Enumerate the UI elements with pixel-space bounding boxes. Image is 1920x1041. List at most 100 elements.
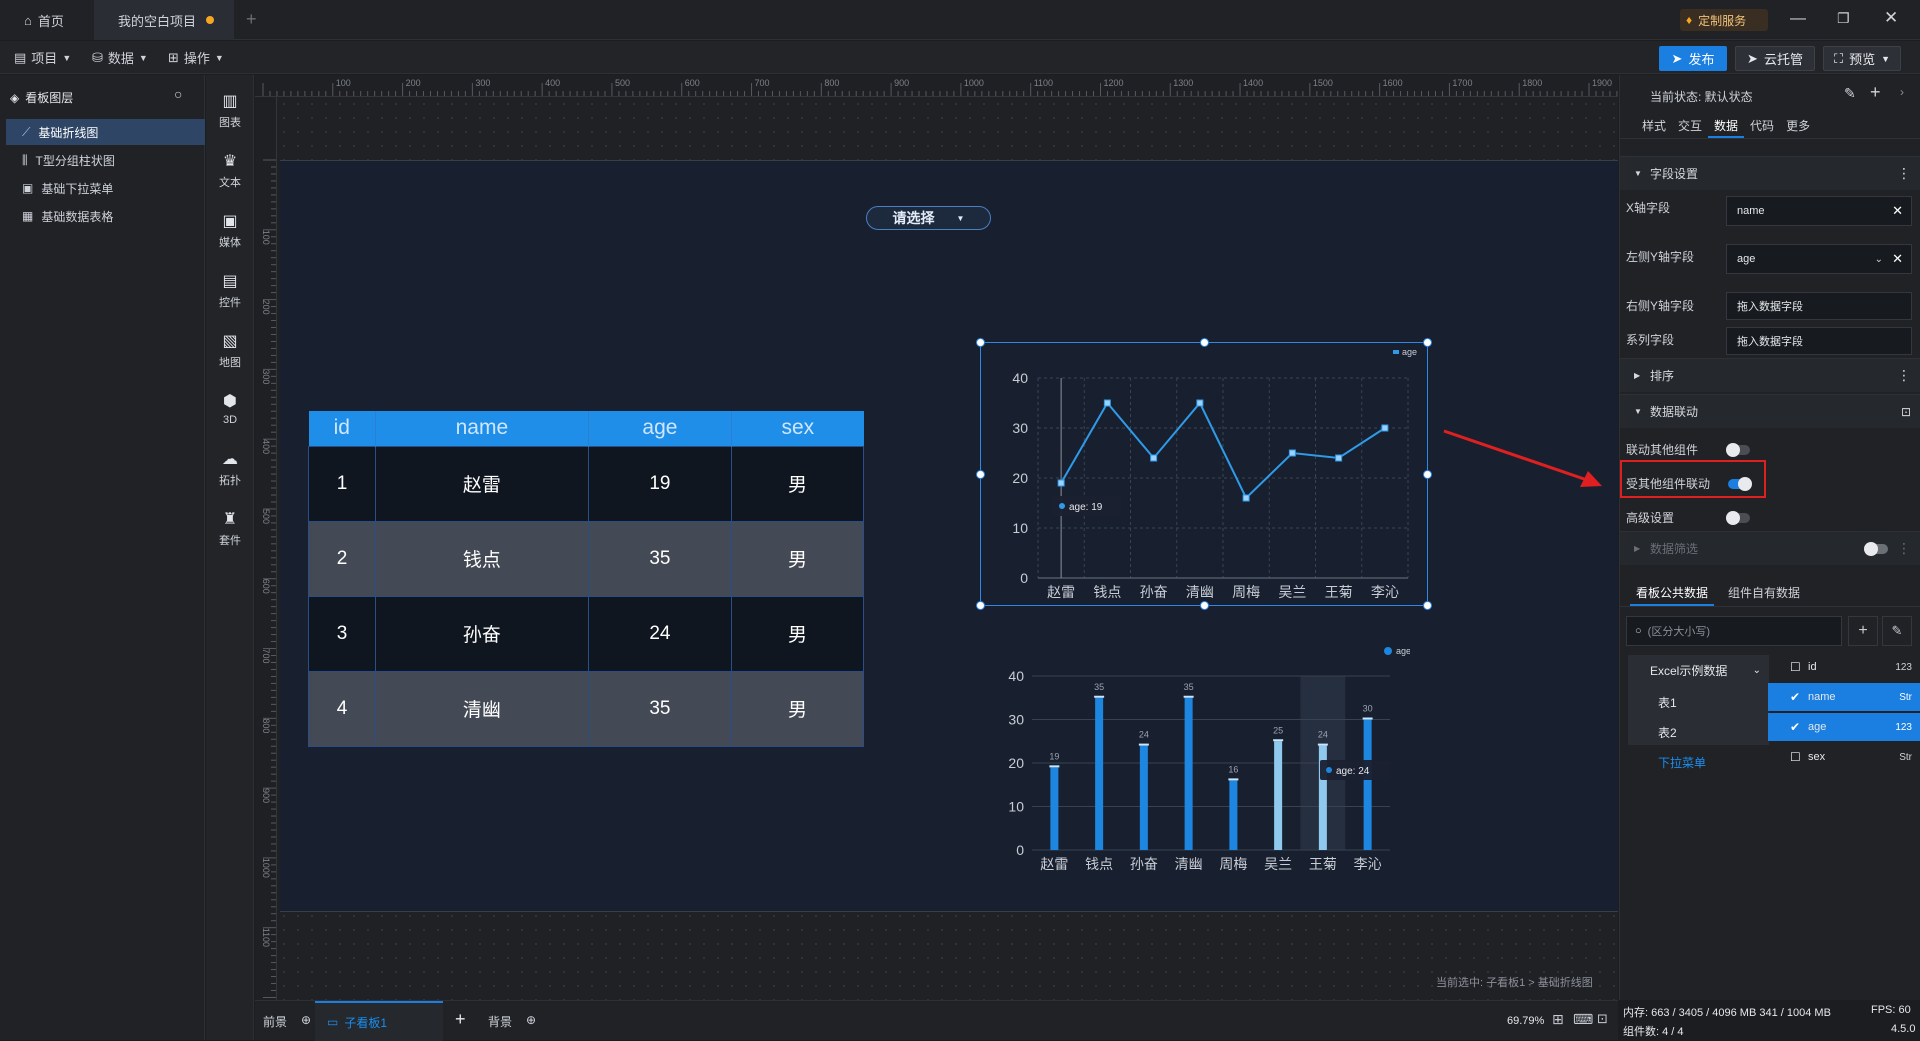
menu-data[interactable]: ⛁ 数据 ▼: [92, 41, 148, 74]
keyboard-icon[interactable]: ⌨: [1573, 1011, 1593, 1028]
iconbar-media[interactable]: ▣ 媒体: [206, 203, 254, 257]
field-settings-section[interactable]: ▼ 字段设置 ⋮: [1620, 156, 1920, 190]
right-y-field-input[interactable]: 拖入数据字段: [1726, 292, 1912, 320]
preview-button[interactable]: ⛶ 预览 ▼: [1823, 46, 1901, 71]
x-field-input[interactable]: name ✕: [1726, 196, 1912, 226]
data-filter-toggle[interactable]: [1864, 542, 1888, 556]
layer-table[interactable]: ▦ 基础数据表格: [6, 203, 205, 229]
add-board-button[interactable]: +: [455, 1009, 466, 1030]
search-icon[interactable]: ○: [174, 86, 182, 102]
check-icon[interactable]: ✔: [1790, 720, 1800, 734]
table-row[interactable]: 2 钱点 35 男: [308, 520, 864, 597]
more-icon[interactable]: ⋮: [1897, 367, 1911, 384]
source-item-excel[interactable]: Excel示例数据 ⌄: [1628, 655, 1769, 685]
menu-project[interactable]: ▤ 项目 ▼: [14, 41, 71, 74]
terminal-icon[interactable]: ⊡: [1597, 1011, 1608, 1027]
advanced-settings-toggle[interactable]: [1726, 511, 1750, 525]
line-chart[interactable]: 0 10 20 30 40 赵雷 钱点 孙奋 清幽 周梅 吴兰 王菊 李沁 age age: 19: [980, 342, 1428, 606]
iconbar-topology[interactable]: ☁ 拓扑: [206, 441, 254, 495]
field-item-name[interactable]: ✔ name Str: [1768, 683, 1920, 711]
iconbar-map[interactable]: ▧ 地图: [206, 323, 254, 377]
layer-line-chart[interactable]: ⟋ 基础折线图: [6, 119, 205, 145]
clear-icon[interactable]: ✕: [1892, 251, 1903, 267]
minimize-icon[interactable]: —: [1790, 10, 1806, 28]
lock-icon[interactable]: ⊡: [1901, 405, 1911, 419]
source-item-sheet1[interactable]: 表1: [1628, 685, 1769, 715]
menu-operation[interactable]: ⊞ 操作 ▼: [168, 41, 224, 74]
checkbox-icon[interactable]: ☐: [1790, 660, 1801, 674]
iconbar-widget[interactable]: ▤ 控件: [206, 263, 254, 317]
data-point: [1057, 479, 1065, 487]
field-item-sex[interactable]: ☐ sex Str: [1768, 743, 1920, 771]
table-row[interactable]: 4 清幽 35 男: [308, 670, 864, 747]
iconbar-kit[interactable]: ♜ 套件: [206, 501, 254, 555]
edit-data-button[interactable]: ✎: [1882, 616, 1912, 646]
tab-more[interactable]: 更多: [1780, 107, 1816, 138]
add-data-button[interactable]: +: [1848, 616, 1878, 646]
ruler-label: 1100: [261, 928, 271, 947]
clear-icon[interactable]: ✕: [1892, 203, 1903, 219]
chevron-right-icon[interactable]: ›: [1900, 85, 1904, 99]
tab-interaction[interactable]: 交互: [1672, 107, 1708, 138]
table-cell: 清幽: [375, 670, 589, 747]
fit-screen-icon[interactable]: ⊞: [1552, 1011, 1564, 1028]
more-icon[interactable]: ⋮: [1897, 165, 1911, 182]
tab-code[interactable]: 代码: [1744, 107, 1780, 138]
add-state-icon[interactable]: +: [1870, 82, 1881, 103]
series-field-label: 系列字段: [1626, 333, 1675, 347]
select-dropdown[interactable]: 请选择 ▼: [866, 206, 991, 230]
tab-component-own-data[interactable]: 组件自有数据: [1722, 575, 1806, 606]
sort-section[interactable]: ▶ 排序 ⋮: [1620, 358, 1920, 392]
monitor-icon: ▭: [327, 1015, 339, 1029]
checkbox-icon[interactable]: ☐: [1790, 750, 1801, 764]
tab-data[interactable]: 数据: [1708, 107, 1745, 138]
tab-foreground[interactable]: 前景 ⊕: [263, 1013, 311, 1030]
send-icon: ➤: [1747, 50, 1758, 66]
check-icon[interactable]: ✔: [1790, 690, 1800, 704]
iconbar-3d[interactable]: ⬢ 3D: [206, 381, 254, 435]
bar-chart[interactable]: 0 10 20 30 40 赵雷 钱点 孙奋 清幽 周梅 吴兰 王菊 李沁 19 35 24 35 16 25 24 3…: [990, 640, 1410, 880]
series-field-input[interactable]: 拖入数据字段: [1726, 327, 1912, 355]
data-link-section[interactable]: ▼ 数据联动 ⊡: [1620, 394, 1920, 428]
ruler-vertical-ticks: 100 200 300 400 500 600 700 800 900 1000 1100: [261, 159, 276, 998]
tab-board-public-data[interactable]: 看板公共数据: [1630, 575, 1715, 606]
edit-state-icon[interactable]: ✎: [1844, 85, 1856, 102]
restore-icon[interactable]: ❐: [1837, 10, 1850, 27]
add-icon[interactable]: ⊕: [526, 1013, 536, 1030]
tab-background[interactable]: 背景 ⊕: [488, 1013, 536, 1030]
tab-style[interactable]: 样式: [1636, 107, 1672, 138]
tab-home[interactable]: ⌂ 首页: [0, 0, 94, 40]
version-label: 4.5.0: [1891, 1023, 1916, 1035]
iconbar-text[interactable]: ♛ 文本: [206, 143, 254, 197]
field-item-id[interactable]: ☐ id 123: [1768, 653, 1920, 681]
chevron-down-icon: ▼: [138, 52, 148, 63]
table-row[interactable]: 3 孙奋 24 男: [308, 595, 864, 672]
tab-project[interactable]: 我的空白项目: [94, 0, 234, 40]
field-item-age[interactable]: ✔ age 123: [1768, 713, 1920, 741]
source-item-dropdown[interactable]: 下拉菜单: [1628, 745, 1769, 775]
link-other-toggle[interactable]: [1726, 443, 1750, 457]
data-filter-section[interactable]: ▶ 数据筛选 ⋮: [1620, 531, 1920, 565]
iconbar-chart[interactable]: ▥ 图表: [206, 83, 254, 137]
left-y-field-input[interactable]: age ⌄ ✕: [1726, 244, 1912, 274]
close-icon[interactable]: ✕: [1884, 8, 1898, 28]
source-item-sheet2[interactable]: 表2: [1628, 715, 1769, 745]
caret-down-icon: ▼: [1634, 407, 1642, 416]
layer-dropdown[interactable]: ▣ 基础下拉菜单: [6, 175, 205, 201]
table-row[interactable]: 1 赵雷 19 男: [308, 445, 864, 522]
layer-bar-chart[interactable]: ⫼ T型分组柱状图: [6, 147, 205, 173]
data-search[interactable]: ○ (区分大小写): [1626, 616, 1842, 646]
more-icon[interactable]: ⋮: [1897, 540, 1911, 557]
add-tab-button[interactable]: +: [246, 9, 257, 30]
linked-by-other-toggle[interactable]: [1728, 477, 1752, 491]
add-icon[interactable]: ⊕: [301, 1013, 311, 1030]
ruler-label: 800: [824, 78, 839, 88]
publish-button[interactable]: ➤ 发布: [1659, 46, 1727, 71]
cloud-button[interactable]: ➤ 云托管: [1735, 46, 1815, 71]
tab-sub-board[interactable]: ▭ 子看板1: [315, 1001, 443, 1041]
zoom-level[interactable]: 69.79%: [1507, 1015, 1544, 1027]
table-cell: 3: [308, 595, 376, 672]
chevron-down-icon[interactable]: ⌄: [1875, 254, 1883, 265]
iconbar-label: 3D: [222, 413, 238, 426]
custom-service-button[interactable]: ♦ 定制服务: [1680, 9, 1768, 31]
